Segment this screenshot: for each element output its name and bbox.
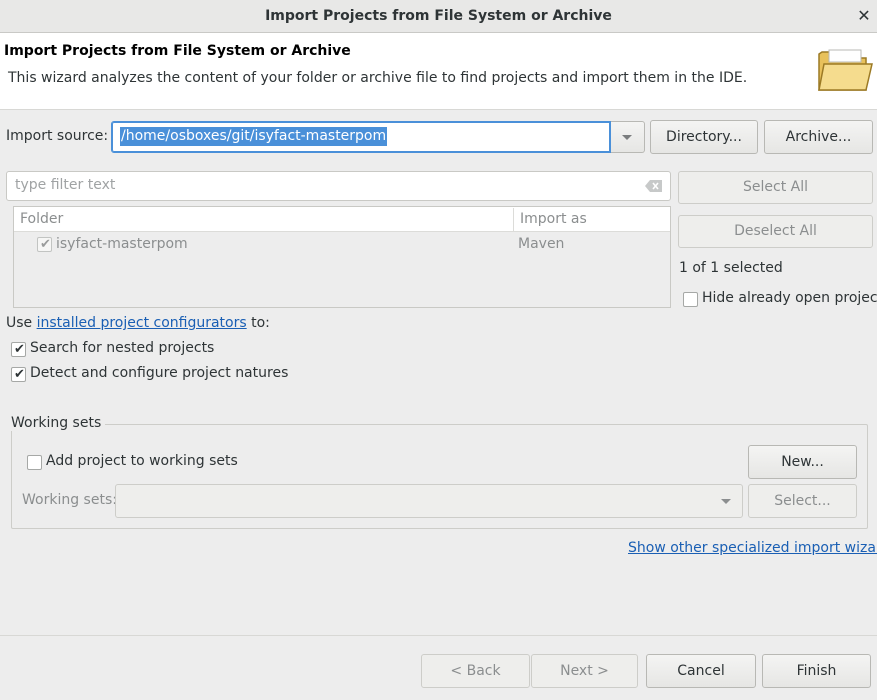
filter-placeholder: type filter text — [15, 177, 116, 193]
column-header-folder[interactable]: Folder — [20, 211, 63, 227]
select-all-button[interactable]: Select All — [678, 171, 873, 204]
hide-open-projects-label[interactable]: Hide already open projects — [702, 290, 877, 306]
folder-open-icon — [818, 49, 873, 91]
search-nested-label[interactable]: Search for nested projects — [30, 340, 214, 356]
row-checkbox[interactable]: ✔ — [37, 237, 52, 252]
selection-status: 1 of 1 selected — [679, 260, 783, 276]
select-working-sets-button[interactable]: Select... — [748, 484, 857, 518]
checkmark-icon: ✔ — [14, 342, 25, 357]
checkmark-icon: ✔ — [14, 367, 25, 382]
row-import-as: Maven — [518, 236, 565, 252]
working-sets-combo[interactable] — [115, 484, 743, 518]
working-sets-label: Working sets: — [22, 492, 117, 508]
page-title: Import Projects from File System or Arch… — [4, 43, 351, 59]
table-row[interactable]: ✔ isyfact-masterpom Maven — [14, 233, 670, 257]
back-button[interactable]: < Back — [421, 654, 530, 688]
close-icon[interactable]: ✕ — [853, 5, 875, 27]
configurators-suffix: to: — [246, 315, 270, 331]
new-working-set-button[interactable]: New... — [748, 445, 857, 479]
working-sets-group-label: Working sets — [11, 415, 106, 431]
column-header-import-as[interactable]: Import as — [520, 211, 587, 227]
installed-configurators-link[interactable]: installed project configurators — [37, 315, 247, 331]
checkmark-icon: ✔ — [40, 237, 51, 252]
add-to-working-sets-checkbox[interactable] — [27, 455, 42, 470]
other-import-wizards-link[interactable]: Show other specialized import wizards — [628, 540, 877, 556]
chevron-down-icon — [622, 135, 632, 140]
hide-open-projects-checkbox[interactable] — [683, 292, 698, 307]
add-to-working-sets-label[interactable]: Add project to working sets — [46, 453, 238, 469]
detect-natures-label[interactable]: Detect and configure project natures — [30, 365, 288, 381]
import-source-value[interactable]: /home/osboxes/git/isyfact-masterpom — [120, 127, 388, 146]
detect-natures-checkbox[interactable]: ✔ — [11, 367, 26, 382]
search-nested-checkbox[interactable]: ✔ — [11, 342, 26, 357]
deselect-all-button[interactable]: Deselect All — [678, 215, 873, 248]
finish-button[interactable]: Finish — [762, 654, 871, 688]
configurators-prefix: Use — [6, 315, 37, 331]
chevron-down-icon — [721, 499, 731, 504]
row-folder-name: isyfact-masterpom — [56, 236, 188, 252]
cancel-button[interactable]: Cancel — [646, 654, 756, 688]
directory-button[interactable]: Directory... — [650, 120, 758, 154]
window-title: Import Projects from File System or Arch… — [265, 8, 612, 24]
archive-button[interactable]: Archive... — [764, 120, 873, 154]
import-source-label: Import source: — [6, 128, 109, 144]
configurators-line: Use installed project configurators to: — [6, 315, 270, 331]
column-divider — [513, 208, 514, 231]
import-source-dropdown-button[interactable] — [611, 121, 645, 153]
clear-text-icon[interactable] — [645, 180, 662, 192]
page-description: This wizard analyzes the content of your… — [8, 70, 748, 86]
next-button[interactable]: Next > — [531, 654, 638, 688]
footer-divider — [0, 635, 877, 636]
